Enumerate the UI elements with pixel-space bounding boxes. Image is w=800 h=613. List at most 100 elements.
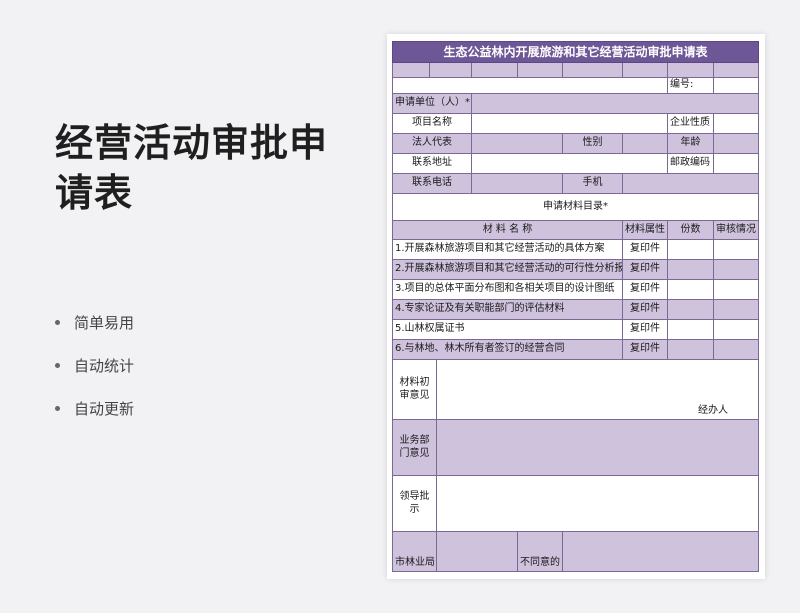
material-review-field[interactable] — [714, 260, 759, 280]
initial-review-label: 材料初审意见 — [392, 360, 437, 420]
material-review-field[interactable] — [714, 300, 759, 320]
feature-label: 自动更新 — [74, 400, 135, 418]
bullet-icon — [55, 406, 60, 411]
handler-label: 经办人 — [698, 404, 728, 416]
material-copies-field[interactable] — [668, 240, 714, 260]
applicant-field[interactable] — [472, 94, 759, 114]
materials-title: 申请材料目录* — [392, 194, 759, 221]
table-cell — [472, 63, 518, 78]
postcode-label: 邮政编码 — [668, 154, 714, 174]
number-label: 编号: — [668, 78, 714, 94]
material-attr: 复印件 — [623, 300, 668, 320]
material-copies-field[interactable] — [668, 340, 714, 360]
dept-opinion-field[interactable] — [437, 420, 759, 476]
table-row: 6.与林地、林木所有者签订的经营合同 复印件 — [392, 340, 759, 360]
table-row: 1.开展森林旅游项目和其它经营活动的具体方案 复印件 — [392, 240, 759, 260]
material-attr: 复印件 — [623, 320, 668, 340]
initial-review-field[interactable]: 经办人 — [437, 360, 759, 420]
applicant-label: 申请单位（人）* — [392, 94, 472, 114]
material-attr: 复印件 — [623, 260, 668, 280]
city-forestry-field[interactable] — [437, 532, 518, 572]
feature-label: 简单易用 — [74, 314, 135, 332]
application-form-table: 生态公益林内开展旅游和其它经营活动审批申请表 编号: 申请单位（人）* 项目名称… — [392, 41, 759, 572]
table-cell — [623, 63, 668, 78]
table-row: 5.山林权属证书 复印件 — [392, 320, 759, 340]
disagree-field[interactable] — [563, 532, 759, 572]
table-cell — [563, 63, 623, 78]
table-row: 业务部门意见 — [392, 420, 759, 476]
phone-field[interactable] — [472, 174, 563, 194]
table-row: 申请单位（人）* — [392, 94, 759, 114]
leader-label: 领导批示 — [392, 476, 437, 532]
column-header-attr: 材料属性 — [623, 221, 668, 240]
table-row: 领导批示 — [392, 476, 759, 532]
column-header-name: 材 料 名 称 — [392, 221, 623, 240]
table-cell — [430, 63, 472, 78]
page-title: 经营活动审批申请表 — [55, 121, 329, 215]
material-review-field[interactable] — [714, 340, 759, 360]
table-row: 市林业局 不同意的 — [392, 532, 759, 572]
gender-field[interactable] — [623, 134, 668, 154]
enterprise-type-label: 企业性质 — [668, 114, 714, 134]
table-cell — [392, 78, 668, 94]
table-row: 4.专家论证及有关职能部门的评估材料 复印件 — [392, 300, 759, 320]
table-row: 项目名称 企业性质 — [392, 114, 759, 134]
age-label: 年龄 — [668, 134, 714, 154]
material-name: 2.开展森林旅游项目和其它经营活动的可行性分析报告 — [392, 260, 623, 280]
material-name: 5.山林权属证书 — [392, 320, 623, 340]
enterprise-type-field[interactable] — [714, 114, 759, 134]
number-field[interactable] — [714, 78, 759, 94]
address-label: 联系地址 — [392, 154, 472, 174]
table-row — [392, 63, 759, 78]
postcode-field[interactable] — [714, 154, 759, 174]
material-copies-field[interactable] — [668, 320, 714, 340]
material-attr: 复印件 — [623, 280, 668, 300]
dept-opinion-label: 业务部门意见 — [392, 420, 437, 476]
project-name-field[interactable] — [472, 114, 668, 134]
feature-item: 自动更新 — [55, 398, 134, 441]
table-row: 编号: — [392, 78, 759, 94]
material-review-field[interactable] — [714, 280, 759, 300]
leader-field[interactable] — [437, 476, 759, 532]
table-cell — [518, 63, 563, 78]
table-row: 3.项目的总体平面分布图和各相关项目的设计图纸 复印件 — [392, 280, 759, 300]
bullet-icon — [55, 320, 60, 325]
disagree-label: 不同意的 — [518, 532, 563, 572]
table-row: 法人代表 性别 年龄 — [392, 134, 759, 154]
legal-rep-field[interactable] — [472, 134, 563, 154]
age-field[interactable] — [714, 134, 759, 154]
table-row: 联系电话 手机 — [392, 174, 759, 194]
table-row: 2.开展森林旅游项目和其它经营活动的可行性分析报告 复印件 — [392, 260, 759, 280]
feature-item: 简单易用 — [55, 312, 134, 355]
material-name: 3.项目的总体平面分布图和各相关项目的设计图纸 — [392, 280, 623, 300]
form-preview: 生态公益林内开展旅游和其它经营活动审批申请表 编号: 申请单位（人）* 项目名称… — [387, 34, 765, 579]
material-copies-field[interactable] — [668, 260, 714, 280]
table-cell — [668, 63, 714, 78]
material-copies-field[interactable] — [668, 280, 714, 300]
column-header-copies: 份数 — [668, 221, 714, 240]
table-row: 联系地址 邮政编码 — [392, 154, 759, 174]
material-copies-field[interactable] — [668, 300, 714, 320]
material-review-field[interactable] — [714, 320, 759, 340]
feature-item: 自动统计 — [55, 355, 134, 398]
project-name-label: 项目名称 — [392, 114, 472, 134]
table-cell — [714, 63, 759, 78]
material-attr: 复印件 — [623, 240, 668, 260]
material-review-field[interactable] — [714, 240, 759, 260]
mobile-label: 手机 — [563, 174, 623, 194]
mobile-field[interactable] — [623, 174, 759, 194]
city-forestry-label: 市林业局 — [392, 532, 437, 572]
feature-list: 简单易用 自动统计 自动更新 — [55, 312, 134, 441]
column-header-review: 审核情况 — [714, 221, 759, 240]
material-name: 1.开展森林旅游项目和其它经营活动的具体方案 — [392, 240, 623, 260]
table-row: 申请材料目录* — [392, 194, 759, 221]
gender-label: 性别 — [563, 134, 623, 154]
address-field[interactable] — [472, 154, 668, 174]
legal-rep-label: 法人代表 — [392, 134, 472, 154]
phone-label: 联系电话 — [392, 174, 472, 194]
material-name: 4.专家论证及有关职能部门的评估材料 — [392, 300, 623, 320]
feature-label: 自动统计 — [74, 357, 135, 375]
form-title-row: 生态公益林内开展旅游和其它经营活动审批申请表 — [392, 41, 759, 63]
form-title: 生态公益林内开展旅游和其它经营活动审批申请表 — [392, 41, 759, 63]
table-header-row: 材 料 名 称 材料属性 份数 审核情况 — [392, 221, 759, 240]
